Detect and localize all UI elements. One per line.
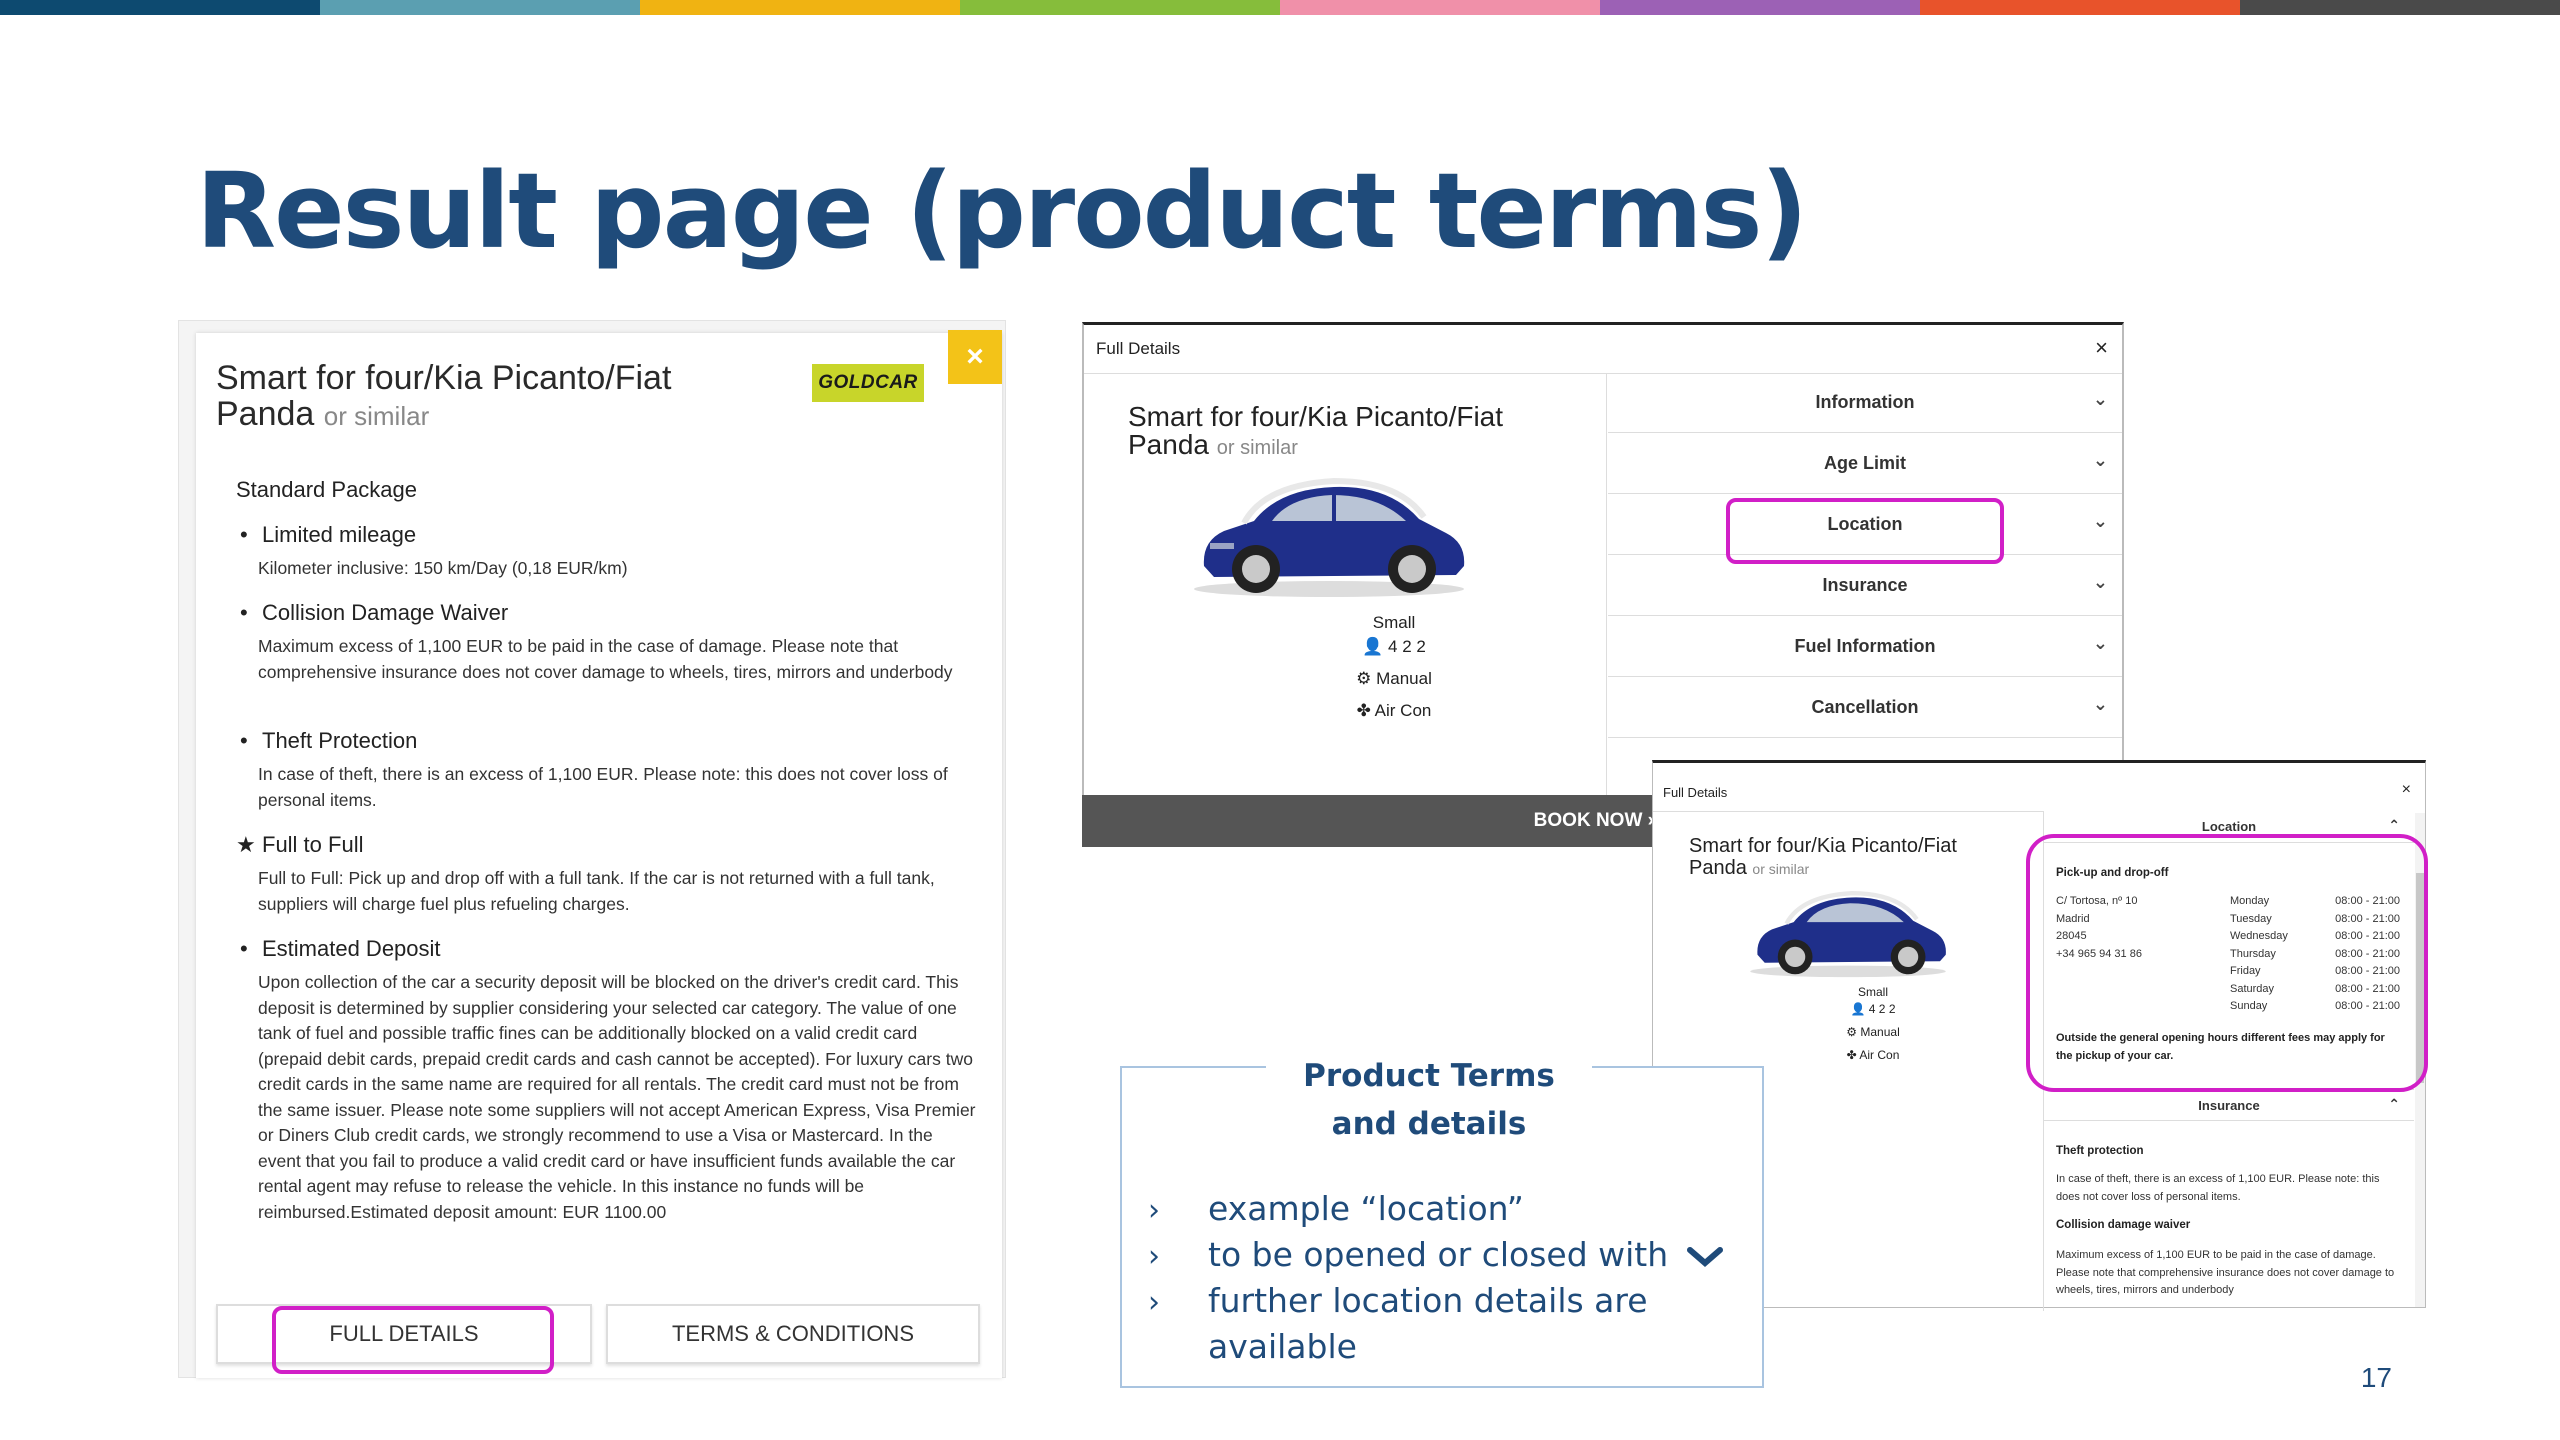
color-segment xyxy=(1280,0,1600,15)
passenger-icon: 👤 xyxy=(1362,637,1384,656)
car-image xyxy=(1194,477,1465,597)
arrow-icon: › xyxy=(1148,1193,1160,1228)
arrow-icon: › xyxy=(1148,1239,1160,1274)
close-icon[interactable]: × xyxy=(2402,781,2411,799)
aircon-icon: ✤ xyxy=(1846,1048,1857,1062)
highlight-full-details xyxy=(272,1306,554,1374)
close-icon[interactable]: × xyxy=(2095,335,2108,361)
highlight-location-details xyxy=(2026,834,2428,1092)
top-color-strip xyxy=(0,0,2560,15)
accordion-insurance-open[interactable]: Insurance ⌃ xyxy=(2044,1089,2414,1121)
note-item: › to be opened or closed with xyxy=(1148,1232,1724,1280)
close-icon: × xyxy=(966,340,984,373)
chevron-down-icon xyxy=(1687,1246,1724,1267)
color-segment xyxy=(1920,0,2240,15)
transmission: Manual xyxy=(1860,1025,1900,1039)
package-title: Standard Package xyxy=(236,477,418,502)
feature-limited-mileage: • Limited mileage Kilometer inclusive: 15… xyxy=(240,522,628,578)
chevron-down-icon: ⌄ xyxy=(2092,511,2108,531)
supplier-logo: GOLDCAR xyxy=(812,364,924,402)
capacity: 4 2 2 xyxy=(1388,637,1426,656)
accordion-information[interactable]: Information ⌄ xyxy=(1608,373,2122,433)
close-button[interactable]: × xyxy=(948,330,1002,384)
color-segment xyxy=(960,0,1280,15)
or-similar-label: or similar xyxy=(323,401,430,431)
page-number: 17 xyxy=(2360,1362,2392,1393)
car-specs: Small 👤 4 2 2 ⚙ Manual ✤ Air Con xyxy=(1763,981,1983,1067)
aircon: Air Con xyxy=(1374,701,1432,720)
modal-title: Full Details xyxy=(1663,785,1728,800)
chevron-up-icon: ⌃ xyxy=(2388,817,2400,833)
modal-title: Full Details xyxy=(1096,339,1181,358)
cdw-text: Maximum excess of 1,100 EUR to be paid i… xyxy=(2056,1249,2395,1296)
gearbox-icon: ⚙ xyxy=(1356,669,1372,688)
capacity: 4 2 2 xyxy=(1868,1002,1896,1016)
note-item: › further location details are xyxy=(1148,1278,1648,1326)
color-segment xyxy=(0,0,320,15)
chevron-down-icon: ⌄ xyxy=(2092,450,2108,470)
chevron-down-icon: ⌄ xyxy=(2092,389,2108,409)
feature-estimated-deposit: • Estimated Deposit Upon collection of th… xyxy=(240,936,976,1222)
or-similar-label: or similar xyxy=(1216,437,1298,459)
accordion-fuel-information[interactable]: Fuel Information ⌄ xyxy=(1608,617,2122,677)
color-segment xyxy=(320,0,640,15)
aircon-icon: ✤ xyxy=(1356,701,1371,720)
highlight-location xyxy=(1726,498,2004,564)
book-now-button[interactable]: BOOK NOW › xyxy=(1082,795,1672,847)
car-name: Smart for four/Kia Picanto/Fiat Panda or… xyxy=(1128,401,1504,460)
chevron-up-icon: ⌃ xyxy=(2388,1096,2400,1112)
note-item: › example “location” xyxy=(1148,1186,1524,1234)
theft-title: Theft protection xyxy=(2056,1145,2144,1157)
chevron-down-icon: ⌄ xyxy=(2092,633,2108,653)
feature-theft-protection: • Theft Protection In case of theft, ther… xyxy=(240,728,948,810)
car-specs: Small 👤 4 2 2 ⚙ Manual ✤ Air Con xyxy=(1224,607,1564,727)
divider xyxy=(1606,373,1607,847)
theft-text: In case of theft, there is an excess of … xyxy=(2056,1173,2380,1203)
accordion-age-limit[interactable]: Age Limit ⌄ xyxy=(1608,434,2122,494)
color-segment xyxy=(2240,0,2560,15)
divider xyxy=(1653,811,2043,812)
accordion-insurance[interactable]: Insurance ⌄ xyxy=(1608,556,2122,616)
bullet-icon: • xyxy=(240,728,248,753)
slide-title: Result page (product terms) xyxy=(196,150,1808,272)
aircon: Air Con xyxy=(1859,1048,1900,1062)
feature-full-to-full: ★ Full to Full Full to Full: Pick up and … xyxy=(236,832,935,914)
note-title: Product Terms and details xyxy=(1266,1052,1592,1148)
chevron-down-icon: ⌄ xyxy=(2092,572,2108,592)
car-name: Smart for four/Kia Picanto/Fiat Panda or… xyxy=(1689,835,1957,879)
note-item: available xyxy=(1208,1327,1357,1366)
star-icon: ★ xyxy=(236,832,256,857)
terms-conditions-button[interactable]: TERMS & CONDITIONS xyxy=(606,1304,980,1364)
car-image xyxy=(1750,890,1946,978)
chevron-down-icon: ⌄ xyxy=(2092,694,2108,714)
bullet-icon: • xyxy=(240,600,248,625)
transmission: Manual xyxy=(1376,669,1432,688)
or-similar-label: or similar xyxy=(1752,861,1810,877)
bullet-icon: • xyxy=(240,936,248,961)
color-segment xyxy=(1600,0,1920,15)
cdw-title: Collision damage waiver xyxy=(2056,1219,2191,1231)
feature-cdw: • Collision Damage Waiver Maximum excess … xyxy=(240,600,953,682)
arrow-icon: › xyxy=(1148,1285,1160,1320)
bullet-icon: • xyxy=(240,522,248,547)
passenger-icon: 👤 xyxy=(1850,1002,1866,1016)
color-segment xyxy=(640,0,960,15)
gearbox-icon: ⚙ xyxy=(1846,1025,1858,1039)
accordion-cancellation[interactable]: Cancellation ⌄ xyxy=(1608,678,2122,738)
car-name: Smart for four/Kia Picanto/Fiat Panda or… xyxy=(216,359,672,433)
